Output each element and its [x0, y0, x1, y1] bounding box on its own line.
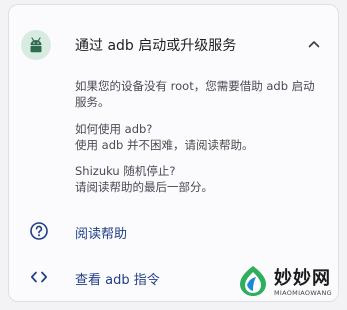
how-to-use-section: 如何使用 adb? 使用 adb 并不困难，请阅读帮助。 [75, 121, 323, 153]
card-header[interactable]: 通过 adb 启动或升级服务 [9, 21, 338, 69]
how-to-use-text: 使用 adb 并不困难，请阅读帮助。 [75, 138, 254, 152]
intro-paragraph: 如果您的设备没有 root，您需要借助 adb 启动服务。 [75, 78, 323, 110]
android-robot-icon [21, 30, 51, 60]
chevron-up-icon [308, 41, 320, 48]
random-stop-text: 请阅读帮助的最后一部分。 [75, 180, 213, 194]
site-watermark: 妙妙网 MIAOMIAOWANG [236, 262, 344, 306]
card-title: 通过 adb 启动或升级服务 [75, 38, 237, 54]
random-stop-title: Shizuku 随机停止? [75, 164, 176, 178]
adb-service-card: 通过 adb 启动或升级服务 如果您的设备没有 root，您需要借助 adb 启… [8, 4, 339, 302]
intro-text: 如果您的设备没有 root，您需要借助 adb 启动服务。 [75, 79, 315, 109]
read-help-label: 阅读帮助 [75, 227, 128, 242]
collapse-button[interactable] [302, 33, 326, 57]
code-icon [30, 271, 48, 283]
watermark-logo-icon [240, 266, 266, 296]
random-stop-section: Shizuku 随机停止? 请阅读帮助的最后一部分。 [75, 163, 323, 195]
help-circle-icon [30, 222, 48, 240]
watermark-subtitle: MIAOMIAOWANG [274, 289, 332, 297]
watermark-title: 妙妙网 [274, 268, 331, 289]
read-help-action[interactable]: 阅读帮助 [9, 213, 338, 249]
view-adb-command-label: 查看 adb 指令 [75, 273, 160, 288]
how-to-use-title: 如何使用 adb? [75, 122, 153, 136]
